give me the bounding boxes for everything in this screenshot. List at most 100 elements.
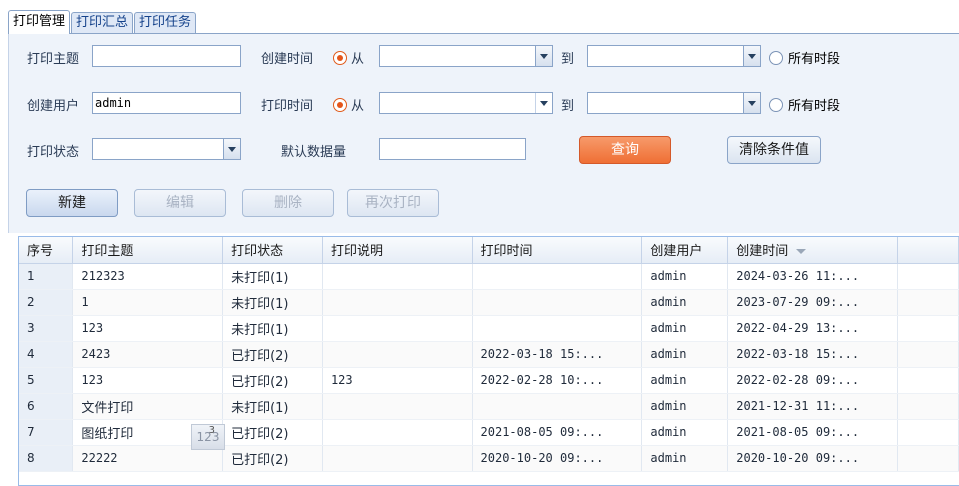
column-header-subject[interactable]: 打印主题 [72, 237, 224, 264]
column-header-status[interactable]: 打印状态 [222, 237, 323, 264]
status-label: 打印状态 [27, 145, 80, 160]
column-header-create-time[interactable]: 创建时间 [727, 237, 899, 264]
cell-subject: 212323 [72, 263, 224, 290]
cell-subject: 1 [72, 289, 224, 316]
cell-creator: admin [641, 367, 729, 394]
column-header-create-time-label: 创建时间 [736, 244, 789, 260]
cell-subject: 文件打印 [72, 393, 224, 420]
print-time-all-radio[interactable] [769, 98, 783, 112]
cell-status: 已打印(2) [222, 341, 323, 368]
create-time-to-label: 到 [561, 52, 575, 67]
cell-filler [897, 263, 959, 290]
cell-creator: admin [641, 445, 729, 472]
print-time-to-combo[interactable] [587, 92, 761, 114]
cell-create-time: 2022-03-18 15:... [727, 341, 899, 368]
cell-print-time: 2021-08-05 09:... [472, 419, 643, 446]
cell-status: 未打印(1) [222, 315, 323, 342]
cell-status: 已打印(2) [222, 445, 323, 472]
cell-creator: admin [641, 419, 729, 446]
cell-print-time [472, 263, 643, 290]
cell-status: 未打印(1) [222, 263, 323, 290]
sort-desc-icon[interactable] [796, 249, 807, 255]
create-time-from-radio[interactable] [333, 51, 347, 65]
print-time-from-radio[interactable] [333, 98, 347, 112]
header-row: 序号 打印主题 打印状态 打印说明 打印时间 创建用户 创建时间 [19, 237, 959, 264]
cell-status: 已打印(2) [222, 419, 323, 446]
tab-print-tasks[interactable]: 打印任务 [134, 12, 197, 34]
cell-description [322, 419, 473, 446]
cell-create-time: 2021-08-05 09:... [727, 419, 899, 446]
cell-print-time: 2022-02-28 10:... [472, 367, 643, 394]
print-grid: 序号 打印主题 打印状态 打印说明 打印时间 创建用户 创建时间 1 212323… [18, 236, 959, 486]
cell-index: 3 [19, 315, 74, 342]
create-time-from-combo[interactable] [379, 45, 553, 67]
cell-filler [897, 393, 959, 420]
cell-index: 6 [19, 393, 74, 420]
filter-panel: 打印主题 创建时间 从 到 所有时段 创建用户 打印时间 从 到 所有时段 打印… [8, 33, 959, 233]
column-header-creator[interactable]: 创建用户 [641, 237, 729, 264]
cell-creator: admin [641, 315, 729, 342]
cell-description: 123 [322, 367, 473, 394]
subject-label: 打印主题 [27, 52, 80, 67]
table-row[interactable]: 4 2423 已打印(2) 2022-03-18 15:... admin 2022-03… [19, 341, 959, 368]
default-count-input[interactable] [379, 138, 526, 160]
cell-print-time: 2022-03-18 15:... [472, 341, 643, 368]
chevron-down-icon[interactable] [223, 139, 240, 159]
print-time-from-combo[interactable] [379, 92, 553, 114]
print-table: 序号 打印主题 打印状态 打印说明 打印时间 创建用户 创建时间 1 212323… [19, 237, 959, 472]
chevron-down-icon[interactable] [743, 46, 760, 66]
cell-create-time: 2022-02-28 09:... [727, 367, 899, 394]
cell-description [322, 315, 473, 342]
create-time-to-combo[interactable] [587, 45, 761, 67]
cell-creator: admin [641, 393, 729, 420]
cell-index: 7 [19, 419, 74, 446]
delete-button[interactable]: 删除 [242, 189, 334, 217]
table-row[interactable]: 5 123 已打印(2) 123 2022-02-28 10:... admin 2022-… [19, 367, 959, 394]
creator-label: 创建用户 [27, 99, 80, 114]
table-row[interactable]: 1 212323 未打印(1) admin 2024-03-26 11:... [19, 263, 959, 290]
cell-status: 未打印(1) [222, 393, 323, 420]
edit-button[interactable]: 编辑 [134, 189, 226, 217]
cell-filler [897, 341, 959, 368]
status-combo[interactable] [92, 138, 241, 160]
cell-description [322, 341, 473, 368]
cell-print-time: 2020-10-20 09:... [472, 445, 643, 472]
cell-subject: 123 [72, 367, 224, 394]
tab-print-management[interactable]: 打印管理 [8, 10, 71, 34]
cell-index: 1 [19, 263, 74, 290]
table-row[interactable]: 3 123 未打印(1) admin 2022-04-29 13:... [19, 315, 959, 342]
cell-print-time [472, 289, 643, 316]
column-header-index[interactable]: 序号 [19, 237, 74, 264]
cell-print-time [472, 315, 643, 342]
print-time-label: 打印时间 [261, 99, 314, 114]
table-row[interactable]: 6 文件打印 未打印(1) admin 2021-12-31 11:... [19, 393, 959, 420]
new-button[interactable]: 新建 [26, 189, 118, 217]
create-time-all-radio[interactable] [769, 51, 783, 65]
chevron-down-icon[interactable] [743, 93, 760, 113]
chevron-down-icon[interactable] [535, 93, 552, 113]
drag-ghost: 123 3 [191, 424, 225, 450]
table-row[interactable]: 7 图纸打印 已打印(2) 2021-08-05 09:... admin 2021-08… [19, 419, 959, 446]
table-row[interactable]: 8 22222 已打印(2) 2020-10-20 09:... admin 2020-1… [19, 445, 959, 472]
column-header-print-time[interactable]: 打印时间 [472, 237, 643, 264]
clear-conditions-button[interactable]: 清除条件值 [727, 136, 821, 164]
reprint-button[interactable]: 再次打印 [347, 189, 439, 217]
cell-index: 5 [19, 367, 74, 394]
cell-description [322, 263, 473, 290]
cell-create-time: 2024-03-26 11:... [727, 263, 899, 290]
cell-filler [897, 445, 959, 472]
query-button[interactable]: 查询 [579, 136, 671, 164]
table-row[interactable]: 2 1 未打印(1) admin 2023-07-29 09:... [19, 289, 959, 316]
column-header-filler [897, 237, 959, 264]
cell-creator: admin [641, 341, 729, 368]
creator-input[interactable] [92, 92, 241, 114]
chevron-down-icon[interactable] [535, 46, 552, 66]
cell-index: 8 [19, 445, 74, 472]
print-time-to-label: 到 [561, 99, 575, 114]
tab-print-summary[interactable]: 打印汇总 [71, 12, 134, 34]
cell-filler [897, 419, 959, 446]
cell-create-time: 2021-12-31 11:... [727, 393, 899, 420]
create-time-label: 创建时间 [261, 52, 314, 67]
subject-input[interactable] [92, 45, 241, 67]
column-header-description[interactable]: 打印说明 [322, 237, 473, 264]
